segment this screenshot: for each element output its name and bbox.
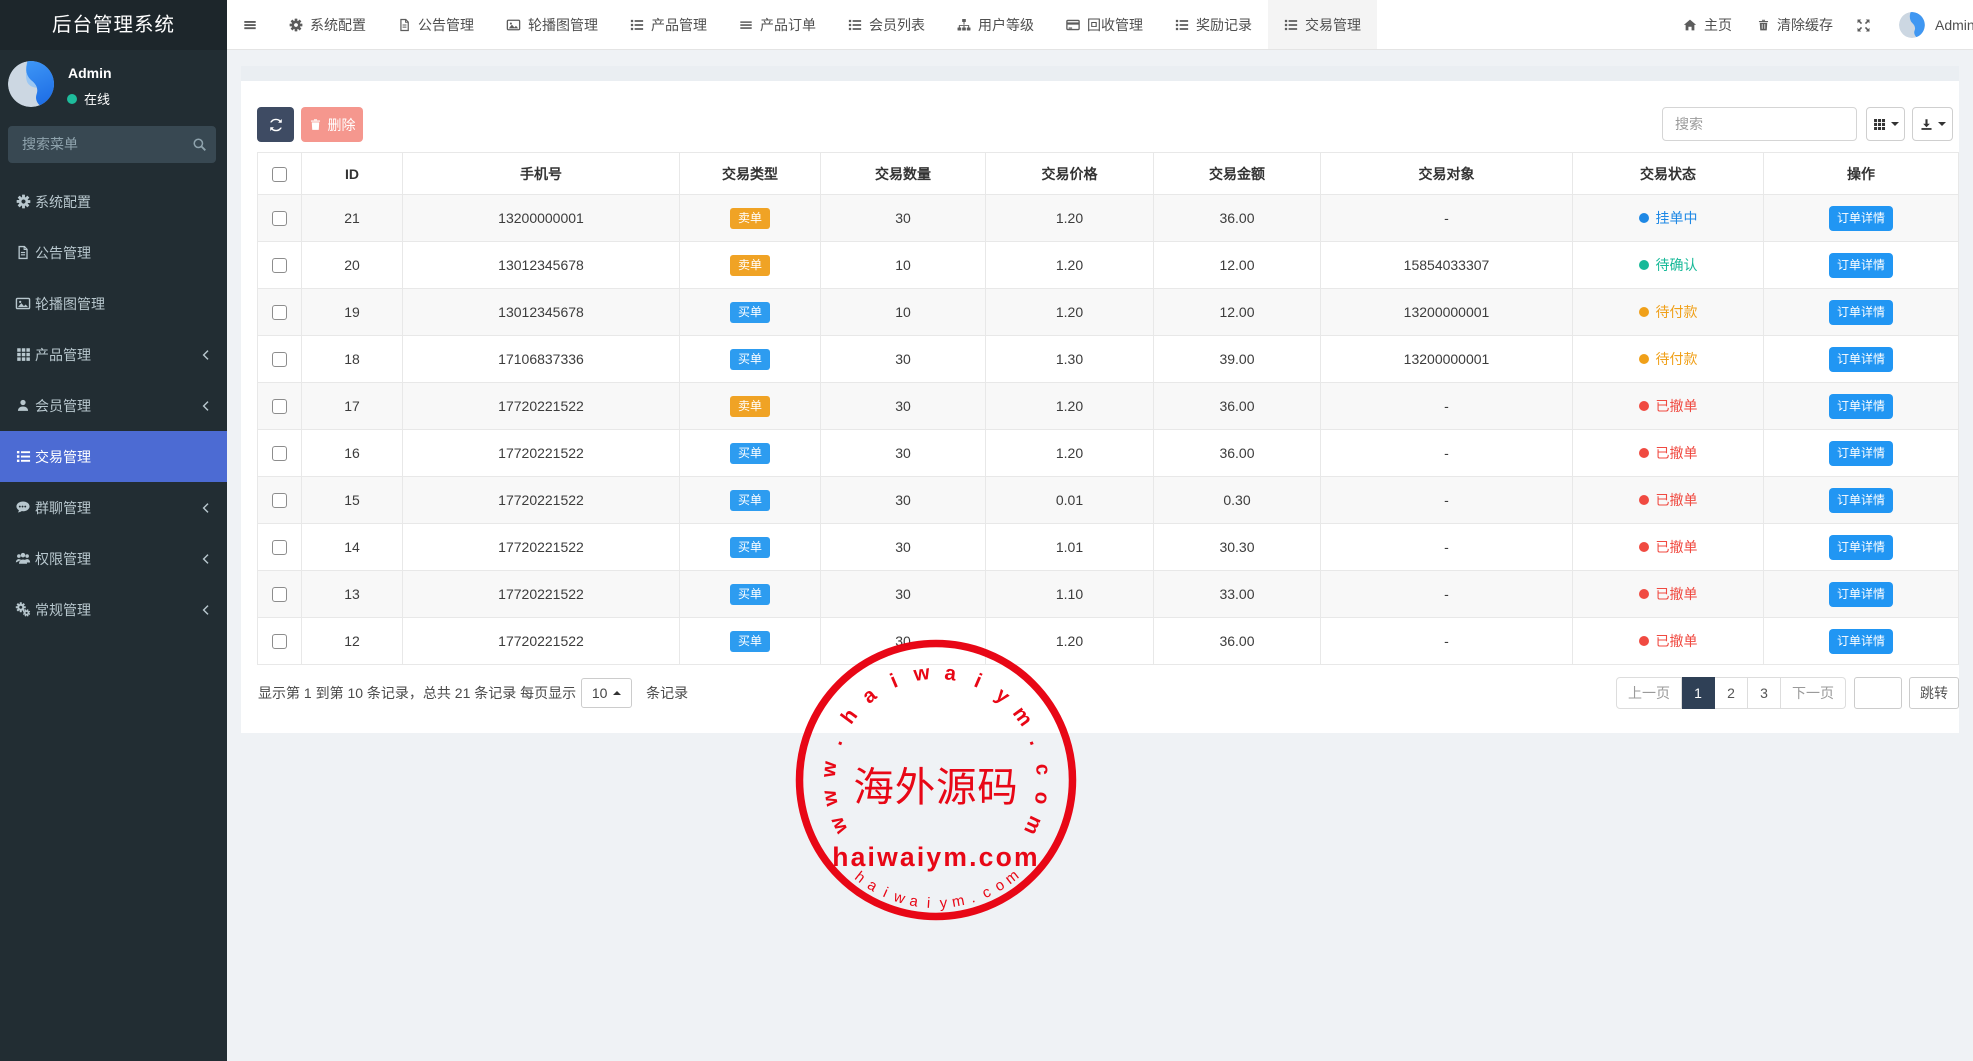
svg-text:m: m [951, 892, 966, 911]
svg-text:w: w [817, 760, 842, 779]
svg-text:w: w [817, 788, 843, 809]
svg-text:.: . [1025, 735, 1049, 749]
svg-text:w: w [825, 813, 853, 838]
svg-text:i: i [880, 884, 890, 901]
svg-text:c: c [1031, 763, 1055, 777]
svg-text:m: m [1019, 812, 1048, 838]
svg-text:a: a [858, 683, 882, 708]
svg-text:haiwaiym.com: haiwaiym.com [832, 842, 1040, 872]
svg-text:i: i [926, 895, 930, 912]
svg-text:a: a [908, 892, 920, 910]
svg-text:i: i [887, 669, 901, 692]
svg-text:i: i [971, 669, 985, 692]
svg-text:y: y [991, 683, 1015, 708]
svg-text:c: c [980, 883, 994, 902]
svg-text:.: . [968, 889, 977, 906]
svg-text:海外源码: 海外源码 [853, 765, 1018, 810]
svg-text:m: m [1008, 702, 1037, 730]
svg-text:w: w [911, 661, 931, 686]
svg-text:o: o [1030, 790, 1055, 806]
svg-text:a: a [943, 661, 958, 685]
svg-text:w: w [891, 888, 908, 908]
svg-text:a: a [864, 876, 880, 895]
svg-text:.: . [824, 735, 848, 749]
svg-text:y: y [939, 895, 948, 912]
svg-text:h: h [836, 704, 862, 728]
